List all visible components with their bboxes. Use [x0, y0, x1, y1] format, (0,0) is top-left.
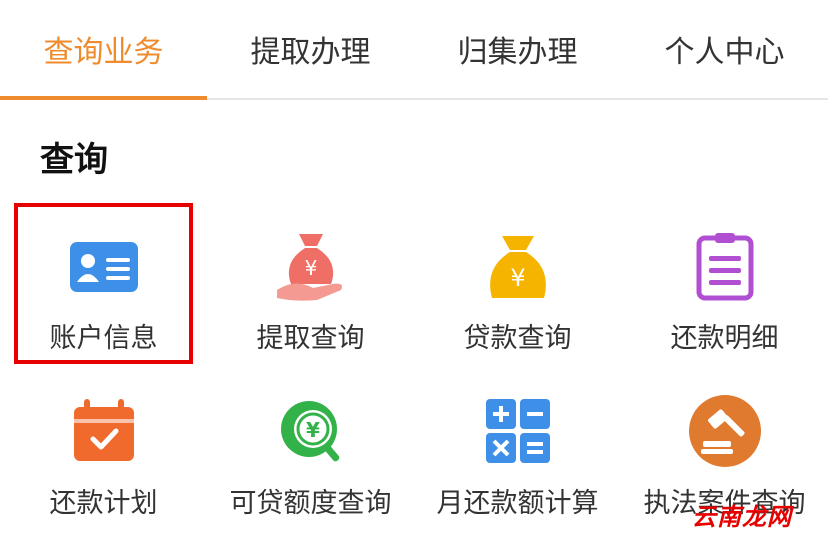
svg-text:¥: ¥: [510, 264, 525, 292]
tile-repayment-detail[interactable]: 还款明细: [621, 210, 828, 375]
tab-personal-center[interactable]: 个人中心: [621, 0, 828, 98]
tile-label: 还款计划: [49, 488, 158, 519]
money-bag-hand-icon: ¥: [276, 234, 342, 301]
tab-query-business[interactable]: 查询业务: [0, 0, 207, 100]
tile-label: 提取查询: [256, 323, 365, 354]
tab-withdrawal[interactable]: 提取办理: [207, 0, 414, 98]
svg-text:¥: ¥: [304, 256, 317, 280]
gavel-icon: [688, 395, 761, 467]
calendar-check-icon: [73, 399, 134, 461]
tab-deposit[interactable]: 归集办理: [414, 0, 621, 98]
yuan-search-icon: ¥: [280, 401, 339, 462]
tile-repayment-plan[interactable]: 还款计划: [0, 375, 207, 540]
section-title: 查询: [40, 140, 108, 180]
money-bag-icon: ¥: [489, 236, 546, 298]
calculator-icon: [485, 399, 550, 463]
top-tab-bar: 查询业务 提取办理 归集办理 个人中心: [0, 0, 828, 100]
tile-label: 贷款查询: [463, 323, 572, 354]
tile-label: 还款明细: [670, 323, 779, 354]
tile-label: 可贷额度查询: [229, 488, 392, 519]
tile-label: 月还款额计算: [436, 488, 599, 519]
tile-monthly-payment-calc[interactable]: 月还款额计算: [414, 375, 621, 540]
tile-loan-query[interactable]: ¥ 贷款查询: [414, 210, 621, 375]
tile-withdrawal-query[interactable]: ¥ 提取查询: [207, 210, 414, 375]
svg-text:¥: ¥: [306, 418, 320, 442]
selection-highlight-box: [14, 203, 193, 364]
clipboard-list-icon: [696, 233, 753, 301]
tile-loanable-amount-query[interactable]: ¥ 可贷额度查询: [207, 375, 414, 540]
watermark-text: 云南龙网: [692, 503, 792, 531]
